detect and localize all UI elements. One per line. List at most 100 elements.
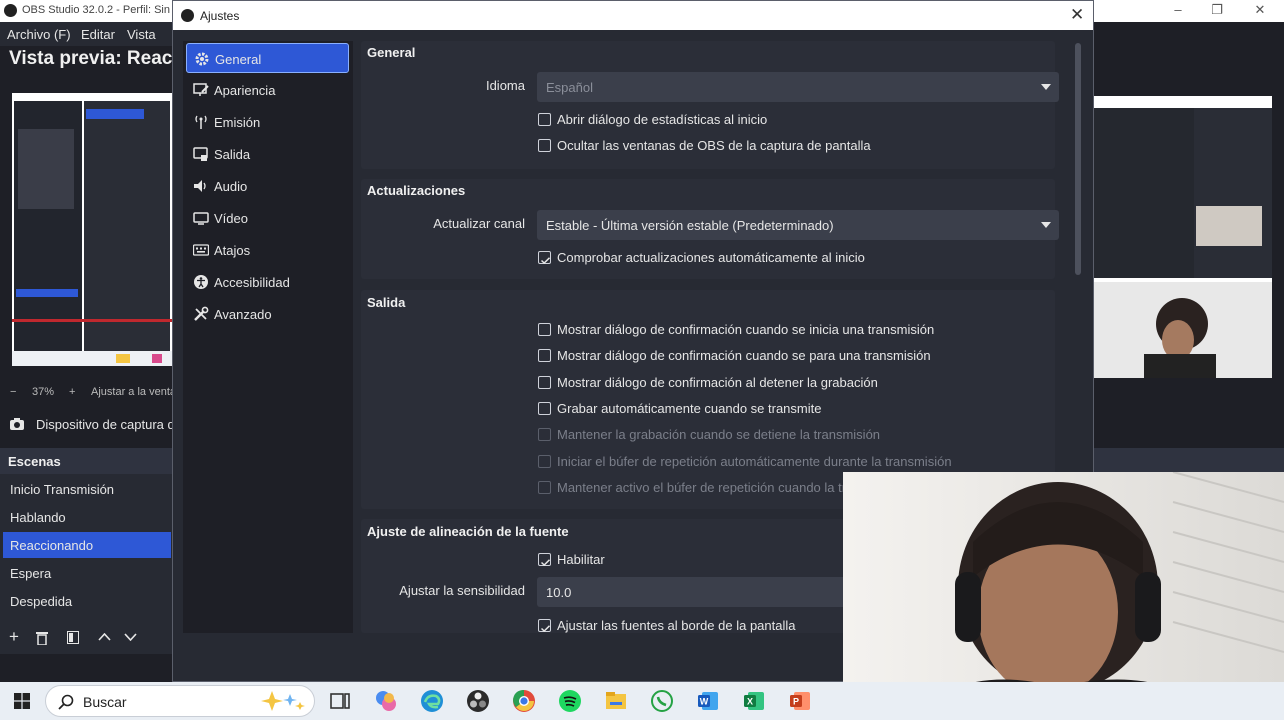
nav-item-video[interactable]: Vídeo xyxy=(186,203,349,233)
nav-label: Atajos xyxy=(214,243,251,258)
group-title: Actualizaciones xyxy=(367,183,466,198)
obs-window-title: OBS Studio 32.0.2 - Perfil: Sin xyxy=(22,4,170,16)
task-view-icon[interactable] xyxy=(328,689,352,713)
windows-start-icon[interactable] xyxy=(14,693,30,709)
edge-icon[interactable] xyxy=(420,689,444,713)
checkbox-label: Abrir diálogo de estadísticas al inicio xyxy=(557,112,768,127)
scenes-toolbar: + xyxy=(0,626,172,650)
nav-item-general[interactable]: General xyxy=(186,43,349,73)
checkbox-label: Mantener activo el búfer de repetición c… xyxy=(557,480,854,495)
nav-item-atajos[interactable]: Atajos xyxy=(186,235,349,265)
move-down-icon[interactable] xyxy=(124,633,137,641)
antenna-icon xyxy=(195,115,207,129)
search-icon xyxy=(58,694,74,710)
nav-item-audio[interactable]: Audio xyxy=(186,171,349,201)
vertical-scrollbar[interactable] xyxy=(1075,43,1081,275)
checkbox-box[interactable] xyxy=(538,349,551,362)
preview-thumbnail-image xyxy=(12,93,172,366)
close-window-icon[interactable]: ✕ xyxy=(1250,2,1270,18)
filter-icon[interactable] xyxy=(67,631,79,644)
powerpoint-icon[interactable]: P xyxy=(788,689,812,713)
whatsapp-icon[interactable] xyxy=(650,689,674,713)
checkbox-box[interactable] xyxy=(538,402,551,415)
output-icon xyxy=(193,147,208,161)
zoom-in-button[interactable]: + xyxy=(69,386,75,398)
checkbox-box xyxy=(538,455,551,468)
accessibility-icon xyxy=(194,275,208,289)
word-icon[interactable]: W xyxy=(696,689,720,713)
nav-item-accesibilidad[interactable]: Accesibilidad xyxy=(186,267,349,297)
trash-icon[interactable] xyxy=(36,631,48,645)
add-scene-icon[interactable]: + xyxy=(9,627,19,647)
minimize-icon[interactable]: – xyxy=(1168,2,1188,17)
taskbar-search[interactable]: Buscar xyxy=(45,685,315,717)
nav-item-emision[interactable]: Emisión xyxy=(186,107,349,137)
right-preview-canvas xyxy=(1094,96,1272,378)
svg-text:W: W xyxy=(700,697,709,707)
update-channel-label: Actualizar canal xyxy=(433,216,525,231)
obs-icon[interactable] xyxy=(466,689,490,713)
copilot-icon[interactable] xyxy=(374,689,398,713)
menu-editar[interactable]: Editar xyxy=(81,27,115,42)
fit-to-window-button[interactable]: Ajustar a la venta xyxy=(91,386,176,398)
checkbox-label: Habilitar xyxy=(557,552,605,567)
nav-item-avanzado[interactable]: Avanzado xyxy=(186,299,349,329)
explorer-icon[interactable] xyxy=(604,689,628,713)
tools-icon xyxy=(194,306,209,321)
checkbox-box[interactable] xyxy=(538,553,551,566)
scene-item[interactable]: Hablando xyxy=(3,504,171,530)
sensitivity-value: 10.0 xyxy=(546,585,572,600)
scene-item[interactable]: Inicio Transmisión xyxy=(3,476,171,502)
checkbox-box[interactable] xyxy=(538,251,551,264)
preview-canvas[interactable] xyxy=(12,93,172,366)
nav-label: Avanzado xyxy=(214,307,272,322)
check-icon xyxy=(541,625,550,632)
mixer-header-strip xyxy=(1094,448,1284,474)
menu-archivo[interactable]: Archivo (F) xyxy=(7,27,71,42)
scenes-panel: Escenas Inicio Transmisión Hablando Reac… xyxy=(0,448,172,654)
group-title: Salida xyxy=(367,295,406,310)
checkbox-box[interactable] xyxy=(538,619,551,632)
zoom-out-button[interactable]: − xyxy=(10,386,16,398)
language-label: Idioma xyxy=(485,78,525,93)
scene-item-selected[interactable]: Reaccionando xyxy=(3,532,171,558)
taskbar: Buscar W X P xyxy=(0,682,1284,720)
chrome-icon[interactable] xyxy=(512,689,536,713)
search-label: Buscar xyxy=(83,694,127,710)
close-dialog-icon[interactable]: ✕ xyxy=(1070,5,1084,25)
language-value: Español xyxy=(546,80,593,95)
scene-item[interactable]: Despedida xyxy=(3,588,171,614)
nav-label: Audio xyxy=(214,179,248,194)
checkbox-label: Mostrar diálogo de confirmación al deten… xyxy=(557,375,878,390)
group-general: General Idioma Español Abrir diálogo de … xyxy=(361,41,1059,169)
checkbox-box[interactable] xyxy=(538,139,551,152)
zoom-level: 37% xyxy=(32,386,55,398)
dialog-title-bar: Ajustes ✕ xyxy=(173,1,1093,30)
checkbox-label: Mostrar diálogo de confirmación cuando s… xyxy=(557,348,931,363)
speaker-icon xyxy=(194,180,206,192)
source-name[interactable]: Dispositivo de captura d xyxy=(36,417,175,432)
chevron-down-icon xyxy=(1041,222,1051,228)
update-channel-select[interactable]: Estable - Última versión estable (Predet… xyxy=(537,210,1059,240)
svg-text:P: P xyxy=(793,697,799,707)
scene-item[interactable]: Espera xyxy=(3,560,171,586)
excel-icon[interactable]: X xyxy=(742,689,766,713)
nav-item-apariencia[interactable]: Apariencia xyxy=(186,75,349,105)
group-updates: Actualizaciones Actualizar canal Estable… xyxy=(361,179,1059,279)
menu-vista[interactable]: Vista xyxy=(127,27,156,42)
restore-icon[interactable]: ❐ xyxy=(1207,2,1227,18)
move-up-icon[interactable] xyxy=(98,633,111,641)
checkbox-box[interactable] xyxy=(538,376,551,389)
settings-nav: General Apariencia Emisión Salida Audio … xyxy=(183,41,353,633)
nav-item-salida[interactable]: Salida xyxy=(186,139,349,169)
spotify-icon[interactable] xyxy=(558,689,582,713)
checkbox-box[interactable] xyxy=(538,323,551,336)
obs-logo-icon xyxy=(181,9,194,22)
checkbox-box xyxy=(538,481,551,494)
checkbox-label: Ajustar las fuentes al borde de la panta… xyxy=(557,618,796,633)
dialog-title: Ajustes xyxy=(200,9,240,23)
preview-title: Vista previa: Reac xyxy=(9,48,173,69)
nav-label: Salida xyxy=(214,147,251,162)
language-select[interactable]: Español xyxy=(537,72,1059,102)
checkbox-box[interactable] xyxy=(538,113,551,126)
